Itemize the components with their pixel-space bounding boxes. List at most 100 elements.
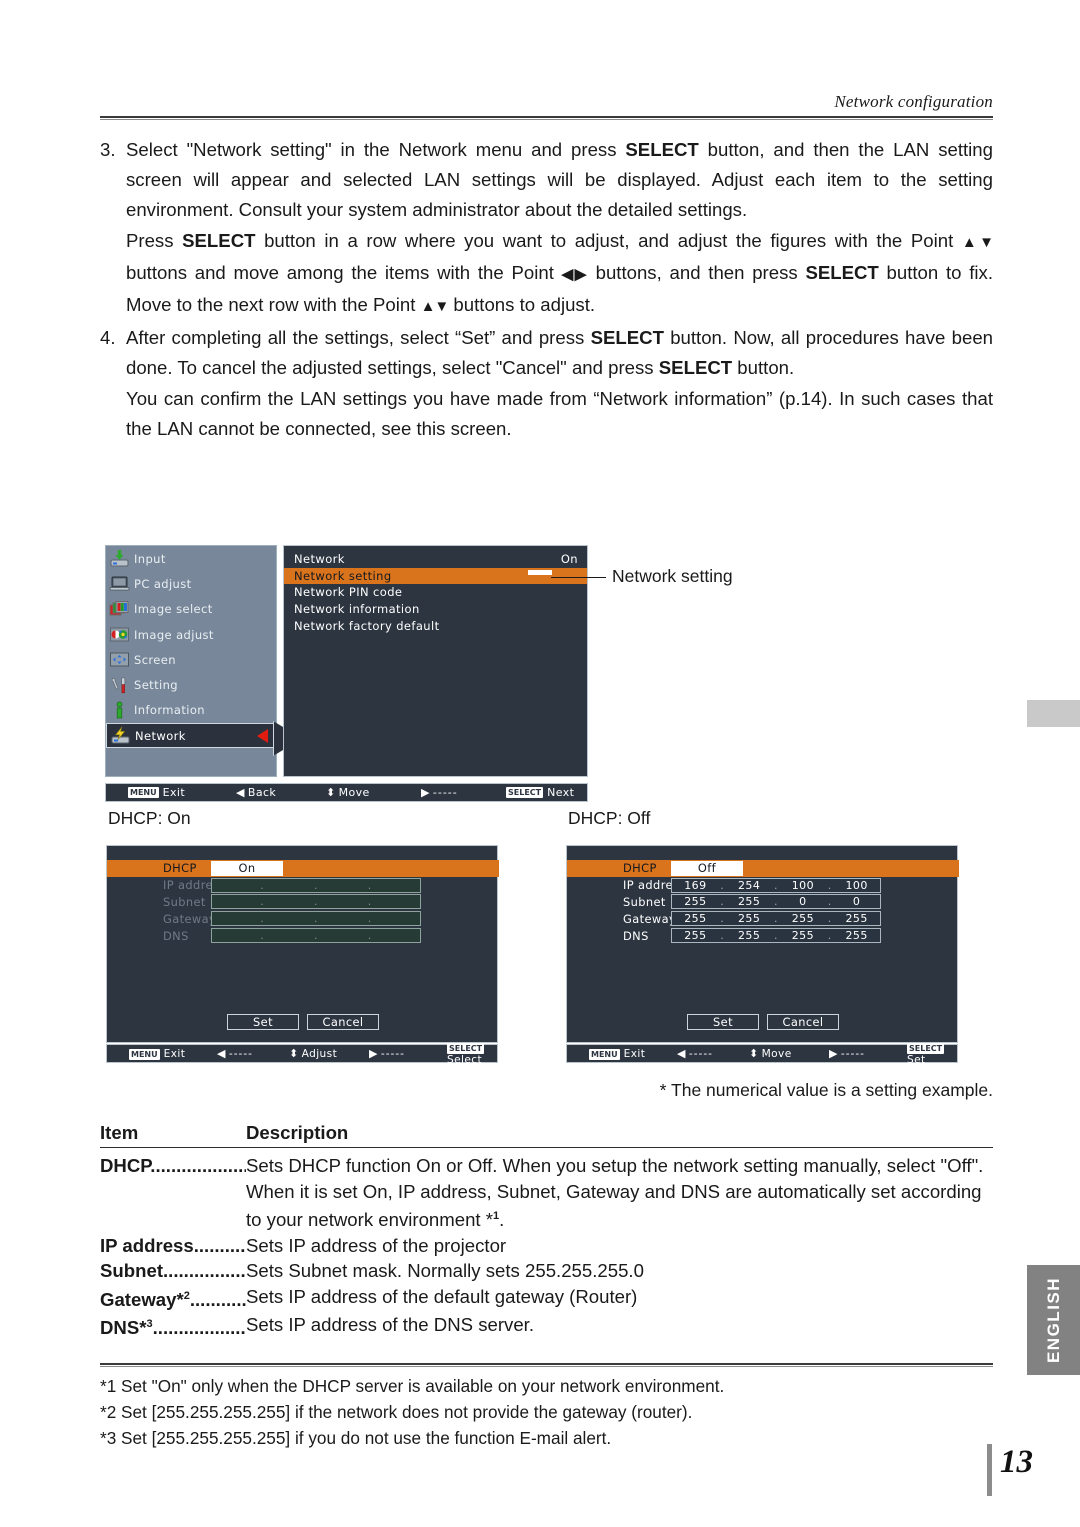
ip-octet-field-group[interactable]: ... bbox=[211, 877, 421, 893]
ip-octet[interactable]: 100 bbox=[833, 879, 880, 892]
lan-row-gateway[interactable]: Gateway 255. 255. 255. 255 bbox=[567, 910, 959, 927]
press-part-d: buttons, and then press bbox=[587, 262, 806, 283]
ip-octet[interactable]: 255 bbox=[672, 912, 719, 925]
sidebar-item-label: PC adjust bbox=[134, 576, 192, 591]
ip-octet[interactable]: 255 bbox=[833, 929, 880, 942]
lan-off-statusbar: MENU Exit ◀ ----- ⬍ Move ▶ ----- SELECTSet bbox=[566, 1042, 958, 1066]
dhcp-value-field[interactable]: Off bbox=[671, 860, 743, 876]
ip-octet[interactable]: 255 bbox=[780, 912, 827, 925]
table-cell-item: Subnet.................... bbox=[100, 1258, 246, 1284]
ip-separator-dot: . bbox=[367, 929, 372, 943]
lan-row-gateway[interactable]: Gateway... bbox=[107, 910, 499, 927]
menu-item-network[interactable]: Network On bbox=[284, 551, 587, 568]
ip-octet[interactable]: 0 bbox=[833, 895, 880, 908]
table-item-leader-dots: ............ bbox=[189, 1288, 246, 1310]
lan-row-label: IP address bbox=[163, 878, 226, 893]
sidebar-item-label: Input bbox=[134, 551, 166, 566]
menu-item-value: On bbox=[560, 552, 578, 567]
set-button[interactable]: Set bbox=[227, 1014, 299, 1030]
press-part-c: buttons and move among the items with th… bbox=[126, 262, 562, 283]
lan-row-label: Subnet bbox=[623, 894, 666, 909]
ip-octet[interactable]: 255 bbox=[833, 912, 880, 925]
footnote-divider bbox=[100, 1363, 993, 1367]
set-button[interactable]: Set bbox=[687, 1014, 759, 1030]
ip-octet[interactable]: 169 bbox=[672, 879, 719, 892]
table-item-name: DNS* bbox=[100, 1317, 147, 1339]
ip-octet-field-group[interactable]: 169. 254. 100. 100 bbox=[671, 877, 881, 893]
statusbar-hint-label: ----- bbox=[688, 1048, 713, 1060]
lan-row-ip-address[interactable]: IP address... bbox=[107, 877, 499, 894]
lan-row-dns[interactable]: DNS... bbox=[107, 927, 499, 944]
sidebar-item-label: Information bbox=[134, 703, 205, 718]
menu-item-network-information[interactable]: Network information bbox=[284, 601, 587, 618]
ip-octet[interactable]: 254 bbox=[726, 879, 773, 892]
ip-separator-dot: . bbox=[314, 895, 318, 909]
ip-octet-field-group[interactable]: ... bbox=[211, 894, 421, 910]
sidebar-item-information[interactable]: Information bbox=[106, 698, 276, 723]
ip-octet[interactable]: 255 bbox=[726, 895, 773, 908]
step-3-press-text: Press SELECT button in a row where you w… bbox=[126, 226, 994, 322]
info-icon bbox=[109, 701, 130, 720]
table-cell-description: Sets IP address of the projector bbox=[246, 1233, 993, 1259]
statusbar-hint-label: Select bbox=[447, 1053, 483, 1066]
ip-separator-dot: . bbox=[827, 878, 832, 892]
statusbar-hint-label: Back bbox=[247, 786, 277, 799]
dhcp-value-field[interactable]: On bbox=[211, 860, 283, 876]
step-4-number: 4. bbox=[100, 327, 116, 348]
ip-separator-dot: . bbox=[367, 878, 372, 892]
sidebar-item-pc-adjust[interactable]: PC adjust bbox=[106, 571, 276, 596]
select-keyword: SELECT bbox=[590, 327, 664, 348]
sidebar-item-image-select[interactable]: Image select bbox=[106, 597, 276, 622]
ip-separator-dot: . bbox=[314, 878, 318, 892]
ip-separator-dot: . bbox=[720, 895, 725, 909]
ip-octet[interactable]: 255 bbox=[726, 929, 773, 942]
ip-octet[interactable]: 255 bbox=[726, 912, 773, 925]
lan-row-dhcp[interactable]: DHCP Off bbox=[567, 860, 959, 877]
ip-octet[interactable]: 100 bbox=[780, 879, 827, 892]
table-cell-item: Gateway*2............ bbox=[100, 1284, 246, 1313]
ip-octet-field-group[interactable]: 255. 255. 0. 0 bbox=[671, 894, 881, 910]
sidebar-item-network[interactable]: Network bbox=[106, 723, 276, 749]
ip-octet-field-group[interactable]: ... bbox=[211, 928, 421, 944]
table-header-item: Item bbox=[100, 1122, 139, 1143]
item-description-table: Item Description DHCP...................… bbox=[100, 1122, 993, 1341]
ip-separator-dot: . bbox=[774, 895, 778, 909]
footnote: *1 Set "On" only when the DHCP server is… bbox=[100, 1376, 725, 1396]
press-part-f: buttons to adjust. bbox=[448, 294, 596, 315]
lan-row-ip-address[interactable]: IP address 169. 254. 100. 100 bbox=[567, 877, 959, 894]
statusbar-hint-label: Move bbox=[761, 1048, 792, 1060]
lan-row-subnet[interactable]: Subnet 255. 255. 0. 0 bbox=[567, 894, 959, 911]
lan-row-dns[interactable]: DNS 255. 255. 255. 255 bbox=[567, 927, 959, 944]
lan-row-label: DHCP bbox=[623, 861, 657, 876]
callout-tail bbox=[528, 570, 552, 575]
sidebar-item-input[interactable]: Input bbox=[106, 546, 276, 571]
menu-item-network-factory-default[interactable]: Network factory default bbox=[284, 617, 587, 634]
ip-octet-field-group[interactable]: 255. 255. 255. 255 bbox=[671, 911, 881, 927]
lan-row-label: DNS bbox=[163, 928, 189, 943]
menu-item-network-pin-code[interactable]: Network PIN code bbox=[284, 584, 587, 601]
table-header-row: Item Description bbox=[100, 1122, 993, 1147]
ip-octet[interactable]: 255 bbox=[672, 929, 719, 942]
table-cell-item: IP address............. bbox=[100, 1233, 246, 1259]
lan-on-statusbar: MENU Exit ◀ ----- ⬍ Adjust ▶ ----- SELECTSelect bbox=[106, 1042, 498, 1066]
ip-octet[interactable]: 255 bbox=[780, 929, 827, 942]
ip-octet-field-group[interactable]: ... bbox=[211, 911, 421, 927]
ip-octet[interactable]: 0 bbox=[780, 895, 827, 908]
ip-octet[interactable]: 255 bbox=[672, 895, 719, 908]
statusbar-hint-label: Adjust bbox=[301, 1048, 338, 1060]
lan-row-dhcp[interactable]: DHCP On bbox=[107, 860, 499, 877]
table-description-text: Sets IP address of the DNS server. bbox=[246, 1314, 534, 1336]
ip-separator-dot: . bbox=[774, 912, 778, 926]
callout-label-network-setting: Network setting bbox=[612, 566, 733, 586]
sidebar-item-image-adjust[interactable]: Image adjust bbox=[106, 622, 276, 647]
cancel-button[interactable]: Cancel bbox=[767, 1014, 839, 1030]
sidebar-item-screen[interactable]: Screen bbox=[106, 647, 276, 672]
table-row: Subnet....................Sets Subnet ma… bbox=[100, 1258, 993, 1284]
statusbar-hint-: ◀ ----- bbox=[217, 1047, 289, 1060]
table-cell-description: Sets IP address of the default gateway (… bbox=[246, 1284, 993, 1313]
ip-octet-field-group[interactable]: 255. 255. 255. 255 bbox=[671, 928, 881, 944]
cancel-button[interactable]: Cancel bbox=[307, 1014, 379, 1030]
lan-row-subnet[interactable]: Subnet... bbox=[107, 894, 499, 911]
sidebar-item-setting[interactable]: Setting bbox=[106, 672, 276, 697]
select-keyword: SELECT bbox=[805, 262, 879, 283]
